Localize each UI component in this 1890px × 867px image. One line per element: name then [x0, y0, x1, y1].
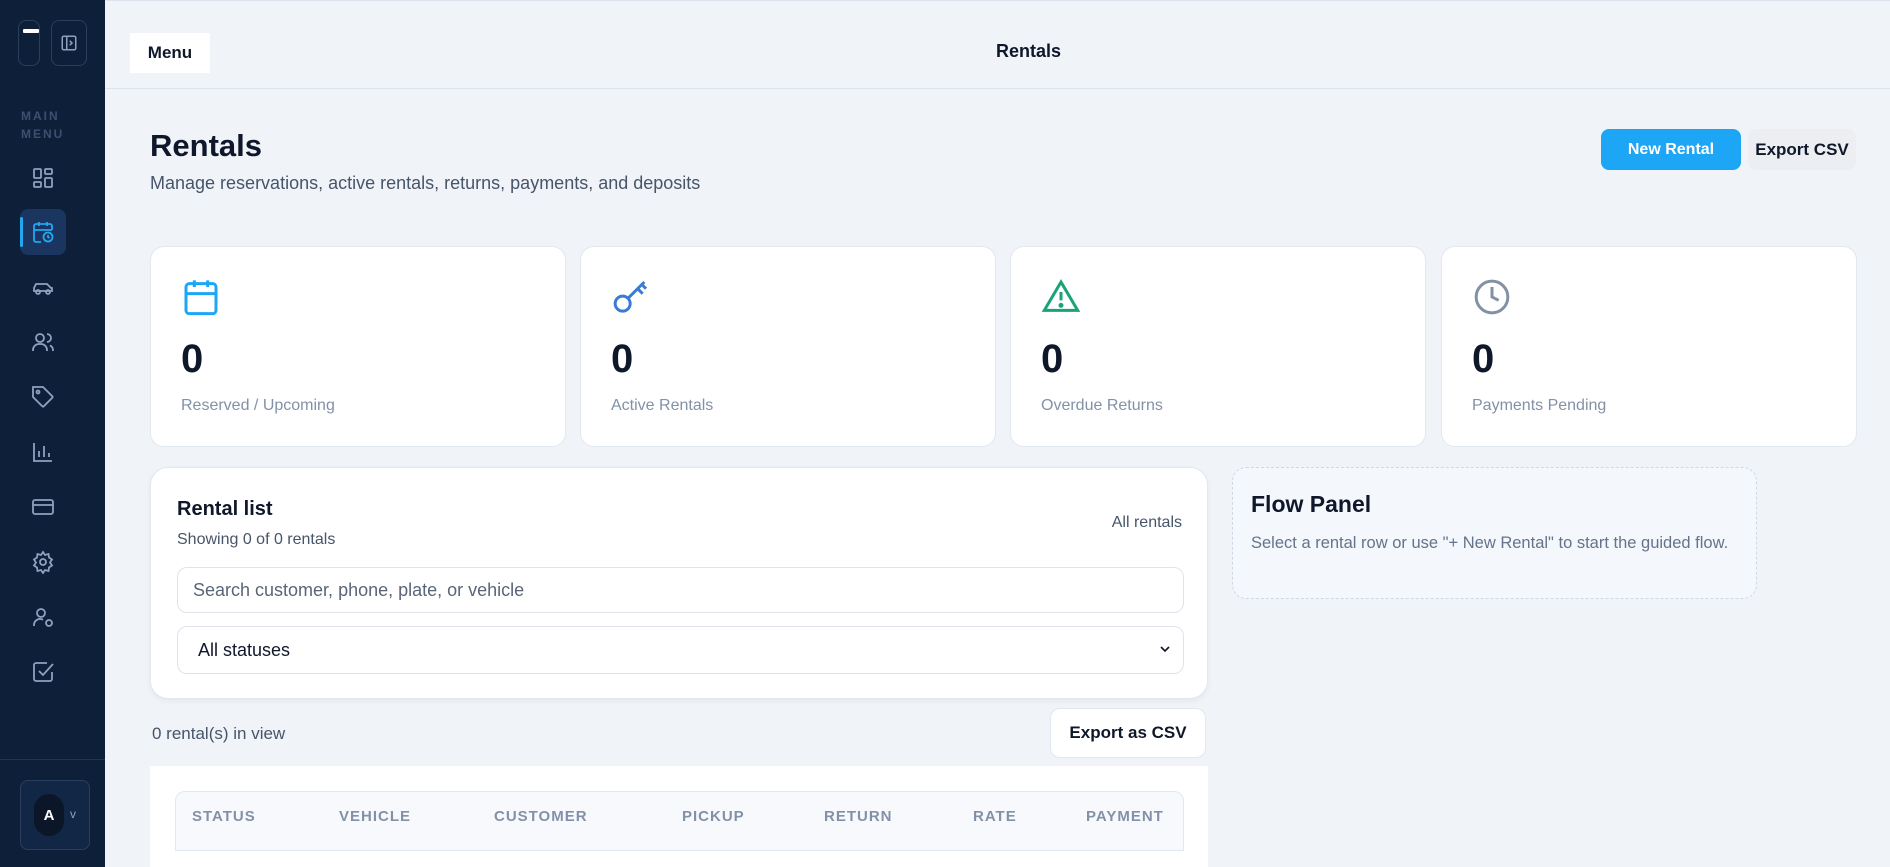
stat-label: Overdue Returns: [1041, 397, 1163, 414]
flow-panel: Flow Panel Select a rental row or use "+…: [1232, 467, 1757, 599]
stat-label: Active Rentals: [611, 397, 714, 414]
status-filter-select[interactable]: All statuses: [177, 626, 1184, 674]
main-menu-label: MAIN MENU: [21, 109, 65, 141]
stat-label: Payments Pending: [1472, 397, 1607, 414]
sidebar-item-pricing[interactable]: [20, 374, 66, 420]
flow-panel-text: Select a rental row or use "+ New Rental…: [1251, 534, 1729, 552]
sidebar-item-vehicles[interactable]: [20, 264, 66, 310]
avatar: A: [34, 794, 64, 836]
sidebar-toggle-icon: [61, 35, 77, 51]
user-settings-icon: [33, 608, 53, 627]
sidebar-item-dashboard[interactable]: [20, 155, 66, 201]
top-bar-title-text: Rentals: [995, 41, 1062, 61]
rental-list-title: Rental list: [177, 498, 273, 520]
rentals-table: STATUS VEHICLE CUSTOMER PICKUP RETURN RA…: [150, 766, 1208, 867]
rental-list-card: Rental list Showing 0 of 0 rentals All r…: [150, 467, 1208, 699]
logo-pill: [18, 20, 40, 66]
rental-list-scope: All rentals: [1111, 514, 1182, 531]
sidebar-item-reports[interactable]: [20, 429, 66, 475]
page-subtitle: Manage reservations, active rentals, ret…: [150, 173, 701, 193]
flow-panel-title: Flow Panel: [1251, 491, 1372, 517]
search-input[interactable]: [177, 567, 1184, 613]
warning-icon: [1041, 279, 1081, 312]
stat-value: 0: [1041, 337, 1064, 381]
key-icon: [613, 280, 648, 313]
sidebar-item-settings[interactable]: [20, 539, 66, 585]
calendar-icon: [184, 280, 218, 316]
bar-chart-icon: [33, 443, 52, 462]
stat-card-active: 0 Active Rentals: [580, 246, 996, 447]
sidebar-item-tasks[interactable]: [20, 649, 66, 695]
export-csv-button[interactable]: Export CSV: [1748, 129, 1856, 170]
sidebar: MAIN MENU A v: [0, 0, 105, 867]
dashboard-icon: [33, 168, 53, 188]
new-rental-button[interactable]: New Rental: [1601, 129, 1741, 170]
column-header-status[interactable]: STATUS: [192, 792, 256, 842]
stat-card-overdue: 0 Overdue Returns: [1010, 246, 1426, 447]
sidebar-item-users-admin[interactable]: [20, 594, 66, 640]
column-header-rate[interactable]: RATE: [973, 792, 1017, 842]
gear-icon: [32, 550, 54, 574]
stat-value: 0: [1472, 337, 1495, 381]
column-header-return[interactable]: RETURN: [824, 792, 893, 842]
top-bar-title: Rentals: [105, 41, 1890, 62]
sidebar-item-payments[interactable]: [20, 484, 66, 530]
sidebar-toggle-button[interactable]: [51, 20, 87, 66]
clock-icon: [1474, 279, 1510, 315]
sidebar-divider: [0, 759, 105, 760]
page-title: Rentals: [150, 128, 262, 163]
stat-value: 0: [611, 337, 634, 381]
logo: [18, 20, 88, 66]
column-header-vehicle[interactable]: VEHICLE: [339, 792, 411, 842]
stat-card-payments-pending: 0 Payments Pending: [1441, 246, 1857, 447]
account-menu-button[interactable]: A v: [20, 780, 90, 850]
column-header-payment[interactable]: PAYMENT: [1086, 792, 1164, 842]
car-icon: [33, 283, 53, 295]
stat-label: Reserved / Upcoming: [181, 397, 335, 414]
users-icon: [32, 333, 54, 351]
rentals-calendar-icon: [33, 222, 54, 243]
export-as-csv-button[interactable]: Export as CSV: [1050, 708, 1206, 758]
top-bar: Menu Rentals: [105, 0, 1890, 89]
column-header-customer[interactable]: CUSTOMER: [494, 792, 588, 842]
stat-card-reserved: 0 Reserved / Upcoming: [150, 246, 566, 447]
credit-card-icon: [32, 499, 54, 515]
sidebar-item-rentals[interactable]: [20, 209, 66, 255]
table-header: STATUS VEHICLE CUSTOMER PICKUP RETURN RA…: [175, 791, 1184, 851]
rental-list-count: Showing 0 of 0 rentals: [177, 531, 336, 548]
logo-mark: [23, 29, 39, 33]
account-chevron: v: [70, 807, 76, 821]
sidebar-item-customers[interactable]: [20, 319, 66, 365]
tag-icon: [32, 386, 54, 408]
status-filter-value: All statuses: [198, 639, 291, 660]
column-header-pickup[interactable]: PICKUP: [682, 792, 745, 842]
chevron-down-icon: [1160, 646, 1170, 653]
rentals-in-view-count: 0 rental(s) in view: [152, 724, 286, 743]
stat-value: 0: [181, 337, 204, 381]
checkbox-icon: [33, 662, 54, 682]
